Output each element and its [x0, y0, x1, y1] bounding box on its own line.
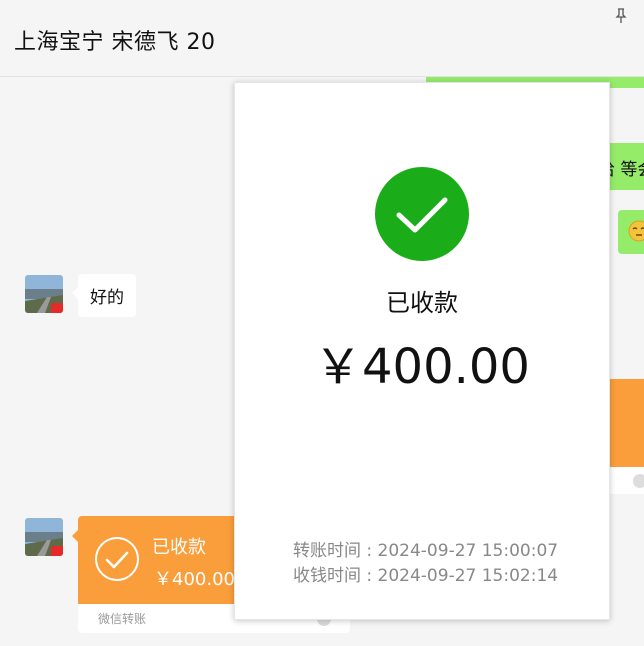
outgoing-emoji-bubble[interactable] [618, 210, 644, 254]
receive-time: 收钱时间 : 2024-09-27 15:02:14 [293, 566, 559, 586]
sleepy-face-emoji-icon [628, 220, 644, 242]
avatar[interactable] [25, 518, 63, 556]
popup-times: 转账时间 : 2024-09-27 15:00:07 收钱时间 : 2024-0… [293, 539, 558, 589]
chat-header: 上海宝宁 宋德飞 20 [0, 0, 644, 77]
outgoing-text: 给 等会 [604, 160, 644, 180]
check-circle-icon [95, 537, 139, 581]
chat-title: 上海宝宁 宋德飞 20 [14, 30, 216, 55]
transfer-status: 已收款 [152, 537, 206, 558]
transfer-detail-popup[interactable]: 已收款 ￥400.00 转账时间 : 2024-09-27 15:00:07 收… [234, 82, 610, 620]
outgoing-transfer-card-partial[interactable] [604, 379, 644, 467]
avatar[interactable] [25, 275, 63, 313]
message-text: 好的 [90, 288, 124, 308]
incoming-text-bubble[interactable]: 好的 [72, 274, 136, 317]
outgoing-transfer-footer-partial [604, 467, 644, 494]
transfer-amount: ￥400.00 [154, 569, 235, 590]
popup-status: 已收款 [386, 289, 458, 317]
transfer-brand-label: 微信转账 [98, 612, 147, 626]
outgoing-text-bubble[interactable]: 给 等会 [604, 143, 644, 190]
popup-amount: ￥400.00 [314, 339, 530, 395]
flag-icon [51, 546, 63, 556]
wechat-pay-icon [633, 474, 644, 488]
pin-icon[interactable] [614, 8, 628, 24]
flag-icon [51, 303, 63, 313]
check-circle-icon [375, 167, 469, 261]
transfer-time: 转账时间 : 2024-09-27 15:00:07 [293, 541, 559, 561]
